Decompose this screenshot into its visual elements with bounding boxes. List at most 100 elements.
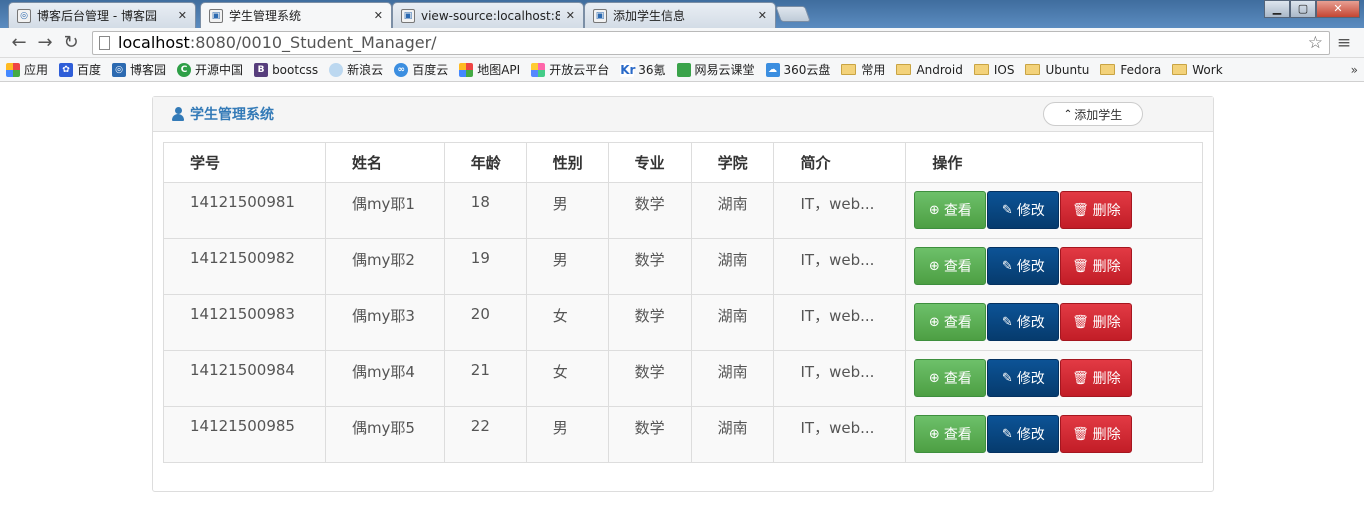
bookmark-label: bootcss: [272, 62, 319, 77]
cell-actions: ⊕ 查看 ✎ 修改 🗑 删除: [905, 350, 1203, 407]
column-header-college: 学院: [690, 142, 775, 183]
bookmarks-overflow-button[interactable]: »: [1351, 63, 1358, 77]
page-icon: [99, 35, 110, 50]
cell-college: 湖南: [690, 294, 775, 351]
tab-add-student[interactable]: ▣ 添加学生信息 ✕: [584, 2, 776, 28]
edit-icon: ✎: [1001, 202, 1013, 218]
menu-hamburger-icon[interactable]: ≡: [1330, 33, 1358, 53]
browser-toolbar: ← → ↻ localhost:8080/0010_Student_Manage…: [0, 28, 1364, 58]
folder-icon: [973, 64, 989, 75]
edit-icon: ✎: [1001, 258, 1013, 274]
cell-age: 20: [443, 294, 527, 351]
edit-button[interactable]: ✎ 修改: [987, 415, 1060, 453]
tab-blog-admin[interactable]: ◎ 博客后台管理 - 博客园 ✕: [8, 2, 196, 28]
map-api-icon: [459, 62, 474, 77]
bookmark-oschina[interactable]: C 开源中国: [177, 61, 243, 78]
close-icon[interactable]: ✕: [178, 9, 187, 22]
bookmark-folder-ubuntu[interactable]: Ubuntu: [1025, 63, 1089, 77]
delete-button[interactable]: 🗑 删除: [1060, 415, 1133, 453]
close-icon[interactable]: ✕: [566, 9, 575, 22]
bookmark-netease-study[interactable]: 网易云课堂: [676, 61, 755, 78]
view-button[interactable]: ⊕ 查看: [914, 359, 987, 397]
add-student-label: 添加学生: [1074, 107, 1123, 122]
edit-button[interactable]: ✎ 修改: [987, 303, 1060, 341]
bookmark-36kr[interactable]: Kr 36氪: [620, 61, 666, 78]
view-button[interactable]: ⊕ 查看: [914, 247, 987, 285]
bookmark-folder-fedora[interactable]: Fedora: [1100, 63, 1161, 77]
student-table: 学号 姓名 年龄 性别 专业 学院 简介 操作 14121500981 偶my耶1 18 男数学 湖南…: [163, 142, 1203, 463]
tab-title: 添加学生信息: [613, 9, 686, 23]
bookmark-folder-android[interactable]: Android: [896, 63, 963, 77]
bookmark-baidu-cloud[interactable]: ∞ 百度云: [394, 61, 448, 78]
cell-student-id: 14121500984: [163, 350, 326, 407]
tab-strip: ◎ 博客后台管理 - 博客园 ✕ ▣ 学生管理系统 ✕ ▣ view-sourc…: [0, 0, 1364, 28]
close-icon[interactable]: ✕: [374, 9, 383, 22]
folder-icon: [841, 64, 857, 75]
delete-button[interactable]: 🗑 删除: [1060, 247, 1133, 285]
cell-intro: IT，web...: [773, 294, 907, 351]
view-button[interactable]: ⊕ 查看: [914, 191, 987, 229]
search-plus-icon: ⊕: [928, 202, 940, 218]
column-header-student-id: 学号: [163, 142, 326, 183]
user-icon: [171, 107, 185, 121]
bookmark-label: 36氪: [638, 63, 666, 77]
cell-student-id: 14121500982: [163, 238, 326, 295]
bookmark-map-api[interactable]: 地图API: [459, 61, 520, 78]
table-row: 14121500981 偶my耶1 18 男数学 湖南 IT，web... ⊕ 查看 ✎ 修改 🗑 删…: [163, 182, 1203, 239]
cell-gender: 男: [525, 182, 609, 239]
column-header-name: 姓名: [324, 142, 445, 183]
view-button-label: 查看: [943, 259, 972, 275]
tab-student-manager[interactable]: ▣ 学生管理系统 ✕: [200, 2, 392, 28]
page-favicon-icon: ▣: [401, 8, 415, 23]
table-row: 14121500985 偶my耶5 22 男数学 湖南 IT，web... ⊕ 查看 ✎ 修改 🗑 删…: [163, 406, 1203, 463]
column-header-major: 专业: [607, 142, 692, 183]
tab-view-source[interactable]: ▣ view-source:localhost:8080 ✕: [392, 2, 584, 28]
view-button[interactable]: ⊕ 查看: [914, 303, 987, 341]
edit-button[interactable]: ✎ 修改: [987, 359, 1060, 397]
cell-age: 18: [443, 182, 527, 239]
delete-button[interactable]: 🗑 删除: [1060, 303, 1133, 341]
bookmark-cnblogs[interactable]: ◎ 博客园: [112, 61, 166, 78]
cell-gender: 女: [525, 350, 609, 407]
search-plus-icon: ⊕: [928, 426, 940, 442]
address-bar[interactable]: localhost:8080/0010_Student_Manager/ ☆: [92, 30, 1330, 55]
bookmark-bootcss[interactable]: Bbootcss: [254, 62, 319, 77]
edit-icon: ✎: [1001, 370, 1013, 386]
window-close-icon[interactable]: ✕: [1316, 0, 1360, 18]
column-header-intro: 简介: [773, 142, 907, 183]
cell-major: 数学: [607, 350, 692, 407]
search-plus-icon: ⊕: [928, 314, 940, 330]
bookmark-folder-common[interactable]: 常用: [841, 61, 885, 78]
edit-button[interactable]: ✎ 修改: [987, 247, 1060, 285]
bookmark-label: Fedora: [1120, 62, 1162, 77]
back-arrow-icon[interactable]: ←: [6, 32, 32, 53]
delete-button[interactable]: 🗑 删除: [1060, 359, 1133, 397]
cell-gender: 女: [525, 294, 609, 351]
bookmark-label: IOS: [993, 62, 1015, 77]
bookmark-baidu[interactable]: ✿ 百度: [59, 61, 101, 78]
delete-button[interactable]: 🗑 删除: [1060, 191, 1133, 229]
forward-arrow-icon[interactable]: →: [32, 32, 58, 53]
folder-icon: [1100, 64, 1116, 75]
bookmark-360-cloud[interactable]: ☁ 360云盘: [765, 61, 830, 78]
minimize-icon[interactable]: ▁: [1264, 0, 1290, 18]
cell-college: 湖南: [690, 182, 775, 239]
view-button[interactable]: ⊕ 查看: [914, 415, 987, 453]
delete-button-label: 删除: [1092, 203, 1121, 219]
maximize-icon[interactable]: ▢: [1290, 0, 1316, 18]
cell-actions: ⊕ 查看 ✎ 修改 🗑 删除: [905, 406, 1203, 463]
new-tab-button[interactable]: [775, 6, 811, 22]
cell-name: 偶my耶1: [324, 182, 445, 239]
bookmark-folder-ios[interactable]: IOS: [973, 62, 1015, 77]
bookmark-folder-work[interactable]: Work: [1172, 63, 1223, 77]
reload-icon[interactable]: ↻: [58, 32, 84, 53]
table-row: 14121500984 偶my耶4 21 女数学 湖南 IT，web... ⊕ 查看 ✎ 修改 🗑 删…: [163, 350, 1203, 407]
close-icon[interactable]: ✕: [758, 9, 767, 22]
bookmark-sina-cloud[interactable]: 新浪云: [329, 61, 383, 78]
add-student-button[interactable]: ⌃ 添加学生: [1043, 102, 1143, 126]
bookmark-apps[interactable]: 应用: [6, 61, 48, 78]
bookmark-star-icon[interactable]: ☆: [1308, 33, 1323, 53]
bookmark-open-cloud[interactable]: 开放云平台: [531, 61, 609, 78]
edit-button[interactable]: ✎ 修改: [987, 191, 1060, 229]
trash-icon: 🗑: [1072, 202, 1089, 218]
